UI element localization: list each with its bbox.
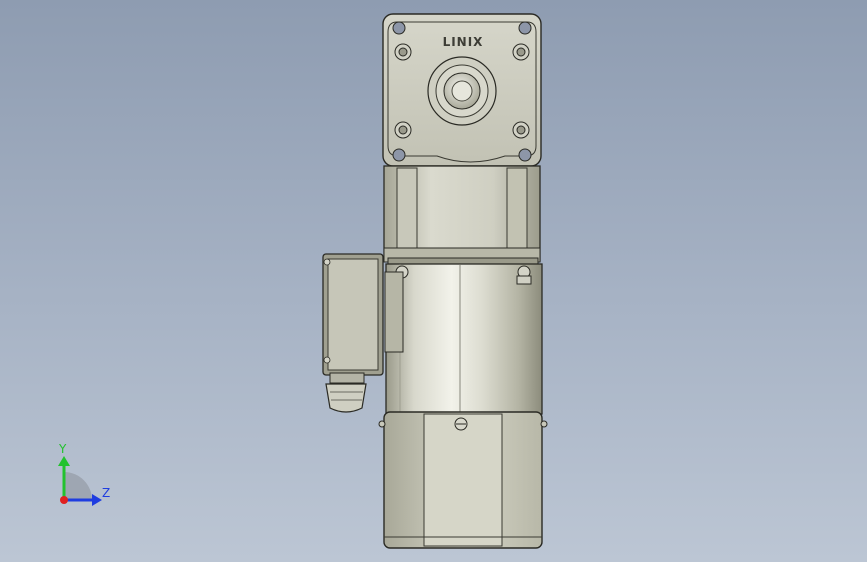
x-axis-origin-icon bbox=[60, 496, 68, 504]
z-axis-arrow-icon bbox=[92, 494, 102, 506]
fan-cover[interactable] bbox=[378, 411, 548, 549]
gear-motor-model[interactable]: LINIX bbox=[0, 0, 867, 562]
3d-viewport[interactable]: LINIX Y Z bbox=[0, 0, 867, 562]
coordinate-triad bbox=[58, 456, 102, 506]
z-axis-label: Z bbox=[102, 486, 111, 500]
cable-gland[interactable] bbox=[325, 372, 367, 413]
brand-logo: LINIX bbox=[443, 35, 484, 49]
y-axis-label: Y bbox=[59, 442, 67, 456]
motor-housing[interactable] bbox=[385, 263, 543, 415]
y-axis-arrow-icon bbox=[58, 456, 70, 466]
gearbox-body[interactable] bbox=[383, 165, 541, 267]
